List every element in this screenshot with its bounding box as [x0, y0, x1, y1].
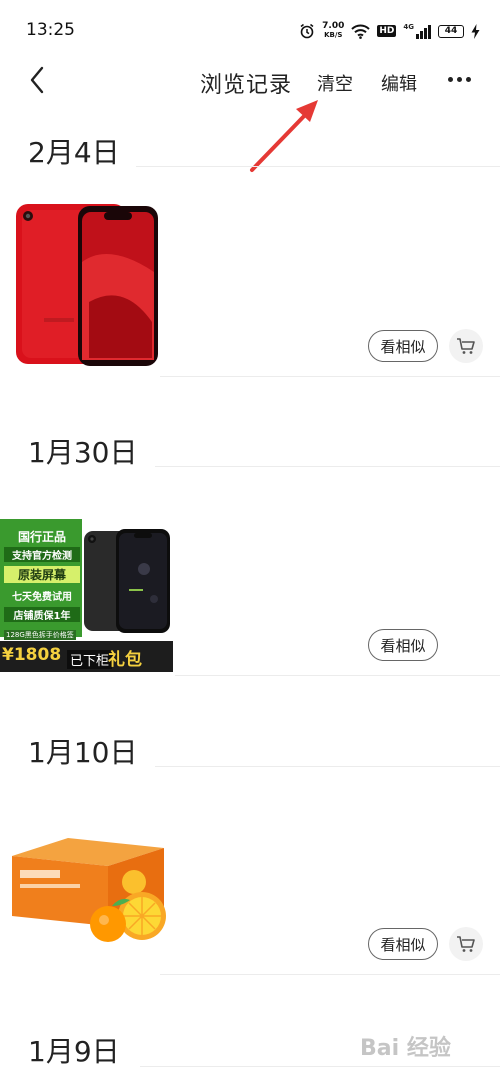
promo-line: 原装屏幕 — [4, 566, 80, 583]
product-thumbnail-oranges[interactable] — [8, 836, 168, 946]
divider — [136, 166, 500, 167]
chevron-left-icon — [30, 66, 44, 94]
network-speed: 7.00 KB/S — [322, 22, 344, 40]
more-dot-icon — [456, 76, 462, 82]
battery-level: 44 — [444, 25, 458, 36]
black-phone-image — [84, 529, 170, 633]
product-thumbnail-red-phone[interactable] — [14, 202, 160, 368]
add-to-cart-button[interactable] — [449, 329, 483, 363]
divider — [140, 1066, 500, 1067]
poster-price: ¥1808 — [2, 645, 62, 665]
network-speed-unit: KB/S — [324, 31, 343, 39]
divider — [155, 466, 500, 467]
divider — [175, 675, 500, 676]
date-header: 1月9日 — [28, 1035, 120, 1068]
annotation-arrow-icon — [250, 100, 318, 172]
find-similar-button[interactable]: 看相似 — [368, 928, 438, 960]
signal-bar — [428, 25, 431, 39]
orange-box-image — [12, 838, 166, 942]
divider — [160, 974, 500, 975]
signal-label: 4G — [403, 23, 414, 31]
wifi-icon — [351, 24, 371, 39]
promo-line: 国行正品 — [17, 530, 66, 544]
signal-bar — [424, 28, 427, 39]
alarm-icon — [300, 23, 314, 39]
signal-bar — [416, 34, 419, 39]
product-thumbnail-black-phone[interactable]: 国行正品 支持官方检测 原装屏幕 七天免费试用 店铺质保1年 128G黑色拆手价… — [0, 495, 173, 672]
promo-line: 店铺质保1年 — [4, 607, 80, 622]
gift-label: 礼包 — [108, 650, 142, 670]
hd-badge: HD — [377, 25, 397, 37]
find-similar-button[interactable]: 看相似 — [368, 629, 438, 661]
cart-icon — [457, 936, 475, 952]
red-phone-image — [16, 204, 158, 366]
charging-icon — [471, 23, 480, 39]
divider — [155, 766, 500, 767]
signal-indicator: 4G — [403, 23, 431, 39]
signal-bar — [420, 31, 423, 39]
off-shelf-badge: 已下柜 — [67, 650, 113, 669]
date-header: 2月4日 — [28, 136, 120, 169]
watermark-logo: Bai 经验 — [360, 1036, 451, 1061]
network-speed-value: 7.00 — [322, 21, 345, 31]
date-header: 1月30日 — [28, 436, 138, 469]
battery-icon: 44 — [438, 24, 464, 38]
spec-strip: 128G黑色拆手价格签 — [4, 630, 76, 640]
add-to-cart-button[interactable] — [449, 927, 483, 961]
status-time: 13:25 — [26, 20, 75, 40]
more-dot-icon — [447, 76, 453, 82]
more-dot-icon — [465, 76, 471, 82]
browsing-history-page: 13:25 7.00 KB/S HD 4G 44 浏览记录 清空 编辑 2月4日… — [0, 0, 500, 1084]
status-icons: 7.00 KB/S HD 4G 44 — [299, 20, 480, 42]
cart-icon — [457, 338, 475, 354]
edit-button[interactable]: 编辑 — [381, 70, 417, 96]
back-button[interactable] — [22, 61, 52, 99]
more-options-button[interactable] — [444, 67, 474, 91]
find-similar-button[interactable]: 看相似 — [368, 330, 438, 362]
promo-line: 支持官方检测 — [4, 547, 80, 562]
promo-line: 七天免费试用 — [12, 592, 72, 603]
divider — [160, 376, 500, 377]
status-bar: 13:25 7.00 KB/S HD 4G 44 — [0, 0, 500, 60]
date-header: 1月10日 — [28, 736, 138, 769]
